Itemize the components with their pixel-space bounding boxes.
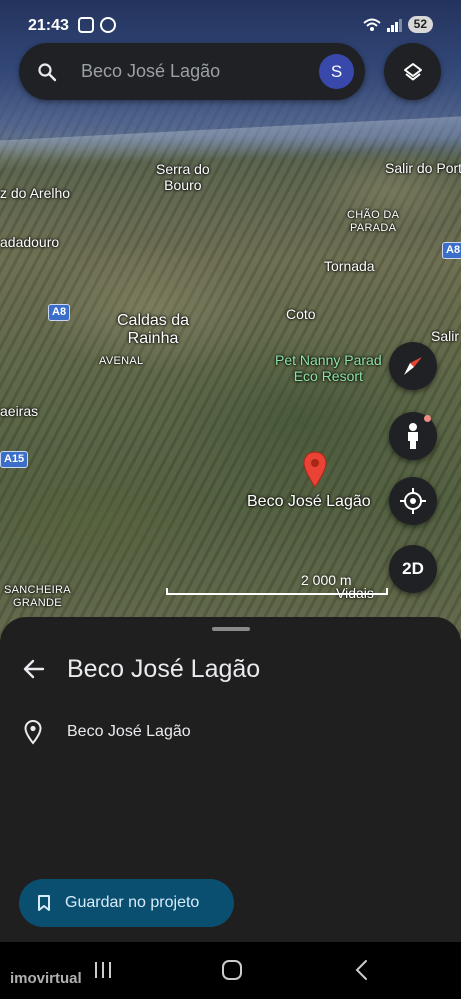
map-label-caldas-da-rainha: Caldas da Rainha — [117, 312, 190, 347]
clock: 21:43 — [28, 17, 69, 34]
avatar[interactable]: S — [319, 54, 354, 89]
scale-text: 2 000 m — [301, 572, 352, 588]
drag-handle[interactable] — [212, 627, 250, 631]
my-location-button[interactable] — [389, 477, 437, 525]
back-button[interactable] — [18, 653, 50, 685]
crosshair-icon — [400, 488, 426, 514]
search-icon — [38, 63, 57, 82]
bookmark-icon — [38, 895, 50, 911]
pegman-icon — [408, 423, 418, 449]
screenshot-icon — [78, 17, 94, 33]
map-label-nadadouro: adadouro — [0, 234, 60, 250]
home-icon — [222, 960, 242, 980]
save-to-project-button[interactable]: Guardar no projeto — [19, 879, 234, 927]
whatsapp-icon — [100, 17, 116, 33]
place-title: Beco José Lagão — [67, 655, 261, 683]
address-row[interactable]: Beco José Lagão — [0, 715, 461, 751]
map-label-coto: Coto — [286, 306, 316, 322]
wifi-icon — [362, 18, 381, 31]
status-icons-right: 52 — [362, 16, 433, 33]
map-label-pet-nanny[interactable]: Pet Nanny Parad Eco Resort — [275, 352, 382, 384]
place-pin-icon[interactable] — [302, 451, 328, 489]
map-label-serra-do-bouro: Serra do Bouro — [156, 161, 210, 193]
place-bottom-sheet: Beco José Lagão Beco José Lagão Guardar … — [0, 617, 461, 942]
compass-icon — [404, 357, 422, 375]
map-label-sancheira-grande: SANCHEIRA GRANDE — [4, 584, 71, 609]
street-view-button[interactable] — [389, 412, 437, 460]
chevron-left-icon — [355, 960, 367, 980]
recents-button[interactable] — [90, 958, 116, 982]
map-label-avenal: AVENAL — [99, 355, 144, 367]
view-2d-button[interactable]: 2D — [389, 545, 437, 593]
system-nav-bar: imovirtual — [0, 942, 461, 999]
system-back-button[interactable] — [349, 958, 375, 982]
road-shield-a8: A8 — [48, 304, 71, 321]
watermark-logo: imovirtual — [10, 970, 82, 987]
arrow-left-icon — [23, 659, 45, 679]
pin-label: Beco José Lagão — [247, 493, 371, 510]
road-shield-a8-right: A8 — [442, 242, 461, 259]
map-label-tornada: Tornada — [324, 258, 375, 274]
scale-line — [166, 588, 388, 595]
compass-button[interactable] — [389, 342, 437, 390]
location-pin-icon — [24, 719, 42, 745]
recents-icon — [95, 962, 111, 978]
map-label-caeiras: aeiras — [0, 403, 39, 419]
battery-badge: 52 — [407, 16, 433, 33]
map-label-salir-do-porto: Salir do Porto — [385, 160, 461, 176]
scale-bar: 2 000 m — [166, 572, 388, 596]
search-bar[interactable]: Beco José Lagão S — [19, 43, 365, 100]
map-label-salir: Salir — [431, 328, 460, 344]
save-button-label: Guardar no projeto — [65, 894, 200, 911]
road-shield-a15: A15 — [0, 451, 29, 468]
address-text: Beco José Lagão — [67, 723, 191, 740]
home-button[interactable] — [219, 958, 245, 982]
map-label-chao-da-parada: CHÃO DA PARADA — [347, 209, 400, 234]
layers-icon — [403, 62, 422, 80]
signal-icon — [386, 18, 402, 32]
status-bar: 21:43 52 — [0, 0, 461, 40]
search-input[interactable]: Beco José Lagão — [81, 61, 220, 82]
notification-dot — [424, 415, 431, 422]
layers-button[interactable] — [384, 43, 441, 100]
status-icons-left — [78, 17, 116, 33]
map-label-foz-do-arelho: z do Arelho — [0, 185, 71, 201]
